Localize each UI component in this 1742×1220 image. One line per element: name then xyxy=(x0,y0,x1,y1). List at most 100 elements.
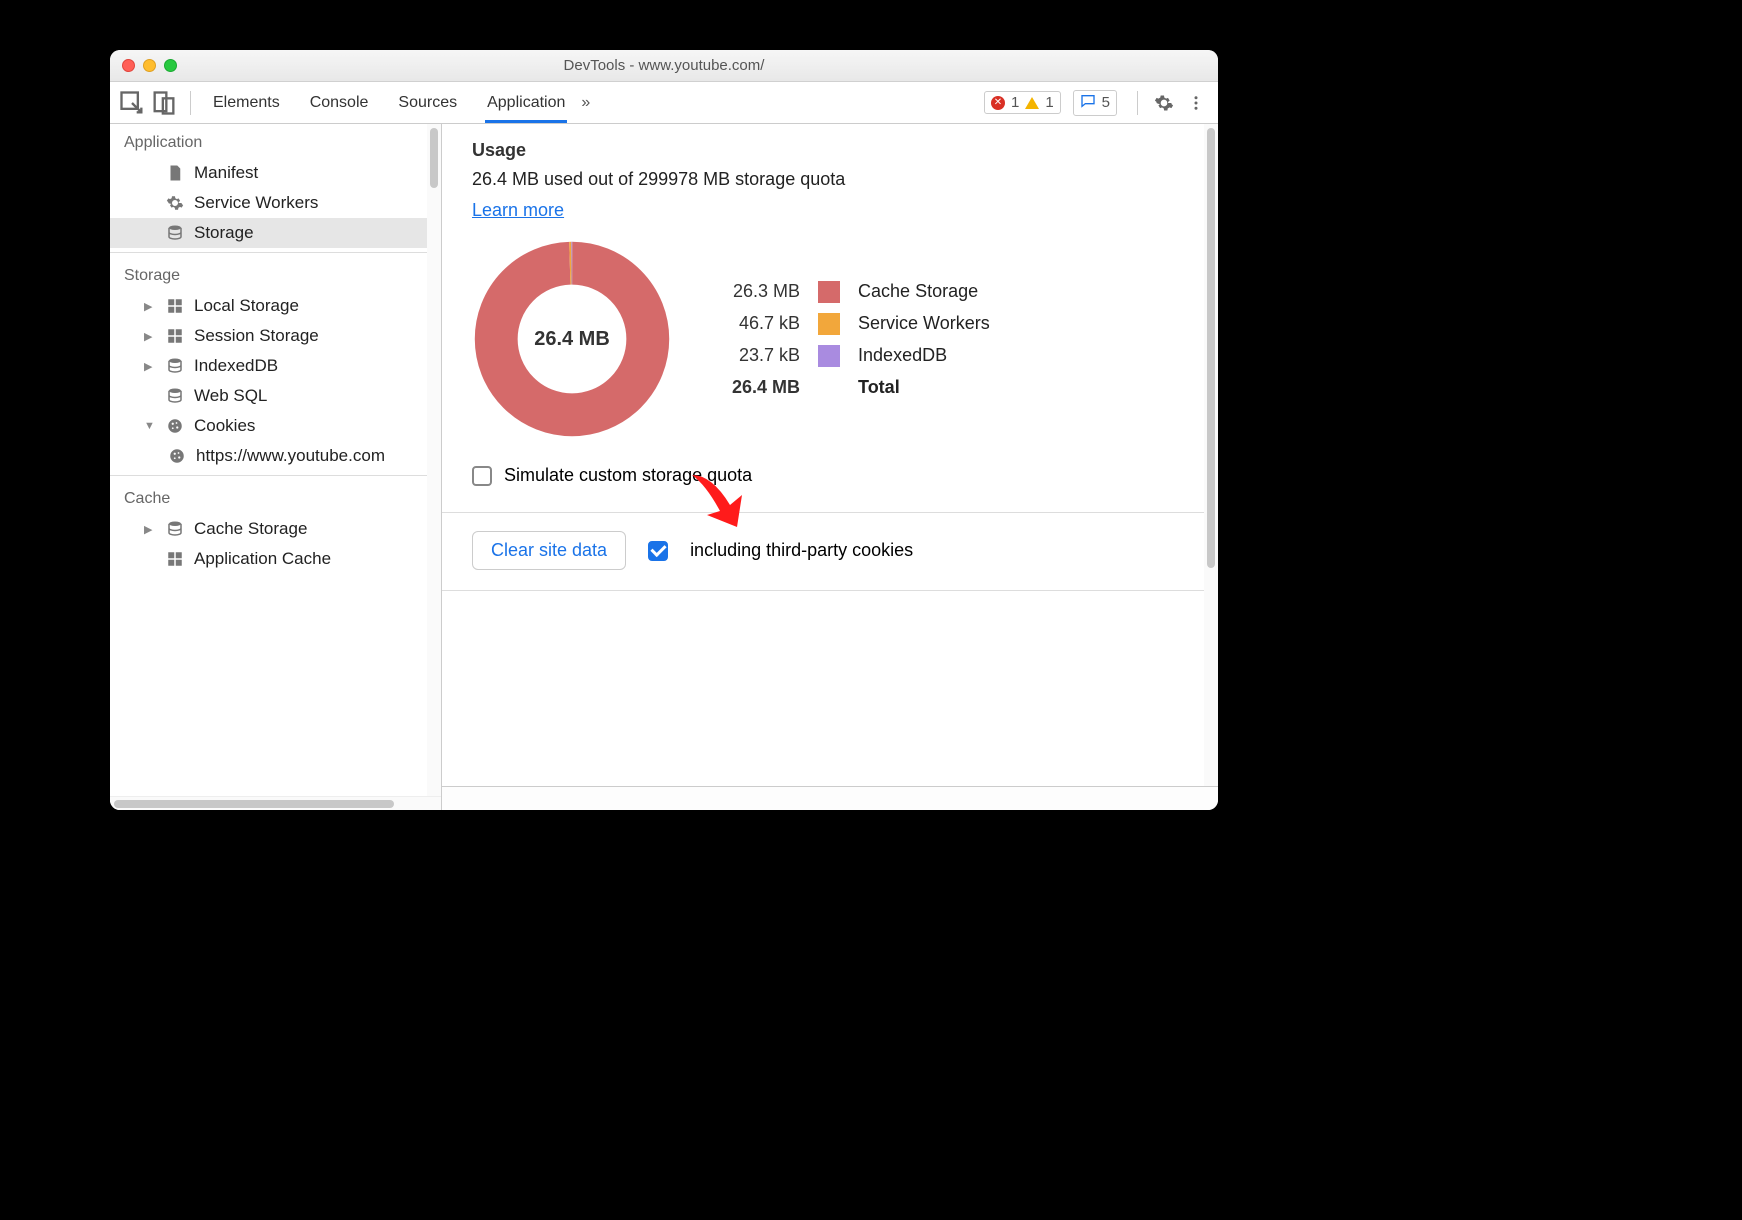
disclosure-icon[interactable]: ▶ xyxy=(144,300,156,313)
titlebar: DevTools - www.youtube.com/ xyxy=(110,50,1218,82)
close-window-button[interactable] xyxy=(122,59,135,72)
sidebar-item-label: Manifest xyxy=(194,163,258,183)
sidebar-item-label: Cache Storage xyxy=(194,519,307,539)
kebab-menu-icon[interactable] xyxy=(1182,94,1210,112)
legend-swatch xyxy=(818,313,840,335)
sidebar-item-label: Local Storage xyxy=(194,296,299,316)
settings-icon[interactable] xyxy=(1150,93,1178,113)
sidebar-item-storage[interactable]: Storage xyxy=(110,218,441,248)
legend-swatch xyxy=(818,345,840,367)
cookie-icon xyxy=(168,447,186,465)
disclosure-icon[interactable]: ▼ xyxy=(144,420,156,432)
legend-value: 23.7 kB xyxy=(732,345,800,366)
legend-value: 26.3 MB xyxy=(732,281,800,302)
inspect-element-icon[interactable] xyxy=(118,89,146,117)
grid-icon xyxy=(166,297,184,315)
tab-elements[interactable]: Elements xyxy=(211,84,282,122)
sidebar-vertical-scrollbar[interactable] xyxy=(427,124,441,796)
sidebar-item-label: Application Cache xyxy=(194,549,331,569)
sidebar-item-application-cache[interactable]: Application Cache xyxy=(110,544,441,574)
scrollbar-thumb[interactable] xyxy=(1207,128,1215,568)
messages-count: 5 xyxy=(1102,94,1110,111)
section-application: Application xyxy=(110,124,441,158)
legend-label: Service Workers xyxy=(858,313,990,334)
storage-chart-row: 26.4 MB 26.3 MB Cache Storage 46.7 kB Se… xyxy=(472,239,1188,439)
usage-heading: Usage xyxy=(472,140,1188,161)
learn-more-link[interactable]: Learn more xyxy=(472,200,564,220)
storage-legend: 26.3 MB Cache Storage 46.7 kB Service Wo… xyxy=(732,281,990,398)
toolbar-separator xyxy=(1137,91,1138,115)
console-drawer-bar[interactable] xyxy=(442,786,1218,810)
errors-count: 1 xyxy=(1011,94,1019,111)
sidebar-item-service-workers[interactable]: Service Workers xyxy=(110,188,441,218)
sidebar-item-label: Storage xyxy=(194,223,254,243)
simulate-quota-checkbox[interactable] xyxy=(472,466,492,486)
devtools-toolbar: Elements Console Sources Application » ✕… xyxy=(110,82,1218,124)
main-panel: Usage 26.4 MB used out of 299978 MB stor… xyxy=(442,124,1218,810)
device-toggle-icon[interactable] xyxy=(150,89,178,117)
manifest-icon xyxy=(166,164,184,182)
messages-box[interactable]: 5 xyxy=(1073,90,1117,116)
clear-site-data-button[interactable]: Clear site data xyxy=(472,531,626,570)
tab-sources[interactable]: Sources xyxy=(396,84,459,122)
scrollbar-thumb[interactable] xyxy=(114,800,394,808)
disclosure-icon[interactable]: ▶ xyxy=(144,523,156,536)
sidebar-item-label: https://www.youtube.com xyxy=(196,446,385,466)
sidebar-item-label: Service Workers xyxy=(194,193,318,213)
sidebar-item-cache-storage[interactable]: ▶ Cache Storage xyxy=(110,514,441,544)
storage-donut-chart: 26.4 MB xyxy=(472,239,672,439)
sidebar-item-label: Session Storage xyxy=(194,326,319,346)
database-icon xyxy=(166,520,184,538)
zoom-window-button[interactable] xyxy=(164,59,177,72)
panel-tabs: Elements Console Sources Application xyxy=(203,84,567,122)
tab-console[interactable]: Console xyxy=(308,84,371,122)
legend-value: 46.7 kB xyxy=(732,313,800,334)
sidebar: Application Manifest Service Workers Sto… xyxy=(110,124,442,810)
legend-label: IndexedDB xyxy=(858,345,990,366)
error-icon: ✕ xyxy=(991,96,1005,110)
sidebar-item-local-storage[interactable]: ▶ Local Storage xyxy=(110,291,441,321)
more-tabs-button[interactable]: » xyxy=(571,94,600,112)
disclosure-icon[interactable]: ▶ xyxy=(144,360,156,373)
grid-icon xyxy=(166,327,184,345)
warnings-count: 1 xyxy=(1045,94,1053,111)
disclosure-icon[interactable]: ▶ xyxy=(144,330,156,343)
sidebar-item-session-storage[interactable]: ▶ Session Storage xyxy=(110,321,441,351)
sidebar-horizontal-scrollbar[interactable] xyxy=(110,796,441,810)
window-title: DevTools - www.youtube.com/ xyxy=(110,57,1218,74)
database-icon xyxy=(166,387,184,405)
legend-label: Cache Storage xyxy=(858,281,990,302)
third-party-cookies-label: including third-party cookies xyxy=(690,540,913,561)
sidebar-item-cookies[interactable]: ▼ Cookies xyxy=(110,411,441,441)
simulate-quota-label: Simulate custom storage quota xyxy=(504,465,752,486)
donut-center-label: 26.4 MB xyxy=(472,239,672,439)
sidebar-item-label: Cookies xyxy=(194,416,255,436)
grid-icon xyxy=(166,550,184,568)
divider xyxy=(110,475,441,476)
message-icon xyxy=(1080,93,1096,113)
section-cache: Cache xyxy=(110,480,441,514)
main-vertical-scrollbar[interactable] xyxy=(1204,124,1218,786)
window-controls xyxy=(110,59,177,72)
usage-text: 26.4 MB used out of 299978 MB storage qu… xyxy=(472,169,1188,190)
scrollbar-thumb[interactable] xyxy=(430,128,438,188)
sidebar-item-websql[interactable]: Web SQL xyxy=(110,381,441,411)
simulate-quota-row: Simulate custom storage quota xyxy=(472,465,1188,486)
sidebar-item-indexeddb[interactable]: ▶ IndexedDB xyxy=(110,351,441,381)
sidebar-item-manifest[interactable]: Manifest xyxy=(110,158,441,188)
minimize-window-button[interactable] xyxy=(143,59,156,72)
gear-icon xyxy=(166,194,184,212)
tab-application[interactable]: Application xyxy=(485,84,567,123)
divider xyxy=(110,252,441,253)
third-party-cookies-checkbox[interactable] xyxy=(648,541,668,561)
database-icon xyxy=(166,357,184,375)
errors-warnings-box[interactable]: ✕ 1 1 xyxy=(984,91,1061,114)
sidebar-item-cookie-origin[interactable]: https://www.youtube.com xyxy=(110,441,441,471)
sidebar-item-label: IndexedDB xyxy=(194,356,278,376)
clear-data-row: Clear site data including third-party co… xyxy=(472,513,1188,590)
warning-icon xyxy=(1025,97,1039,109)
legend-total-label: Total xyxy=(858,377,990,398)
legend-total-value: 26.4 MB xyxy=(732,377,800,398)
section-storage: Storage xyxy=(110,257,441,291)
section-divider xyxy=(442,590,1218,591)
